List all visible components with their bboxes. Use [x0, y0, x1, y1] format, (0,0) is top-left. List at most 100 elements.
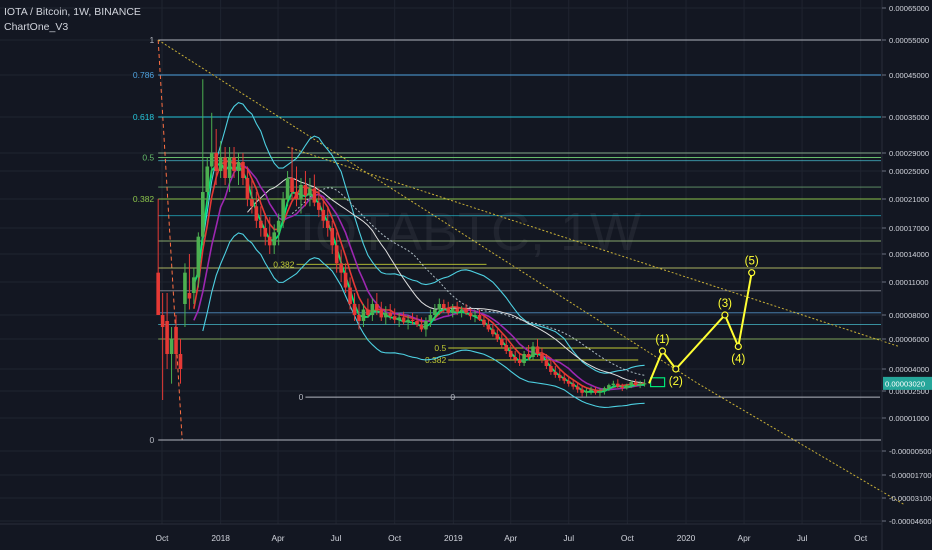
time-tick-label: Oct [155, 533, 169, 543]
candle-body [624, 385, 629, 389]
candle-body [165, 321, 169, 354]
candle-body [290, 178, 294, 192]
wave-point [672, 365, 680, 373]
candle-body [607, 385, 611, 389]
symbol-title[interactable]: IOTA / Bitcoin, 1W, BINANCE [4, 6, 141, 18]
wave-point [721, 311, 729, 319]
candle-body [544, 360, 549, 366]
candle-body [196, 236, 201, 278]
price-tick-label: 0.00045000 [889, 71, 929, 80]
candle-body [299, 185, 303, 199]
candle-body [593, 389, 598, 393]
time-tick-label: 2018 [211, 533, 230, 543]
candle-body [183, 272, 187, 304]
candle-body [232, 157, 236, 171]
price-tick-label: -0.00001700 [889, 471, 932, 480]
candle-body [250, 199, 254, 207]
candle-body [330, 228, 335, 246]
time-tick-label: Apr [504, 533, 517, 543]
candle-body [495, 334, 500, 339]
candle-body [629, 382, 633, 386]
candle-body [473, 315, 477, 317]
time-tick-label: Jul [797, 533, 808, 543]
fib-level-label: 0.5 [142, 153, 154, 163]
time-tick-label: Oct [388, 533, 402, 543]
candle-body [392, 316, 397, 320]
candle-body [214, 153, 218, 171]
price-tick-label: 0.00011000 [889, 278, 929, 287]
candle-body [540, 354, 544, 360]
candle-body [205, 166, 210, 192]
fib-level-label: 0 [149, 435, 154, 445]
current-price-marker: 0.00003020 [883, 376, 932, 390]
candle-body [227, 157, 232, 178]
price-tick-label: 0.00055000 [889, 36, 929, 45]
candle-body [339, 263, 343, 273]
candle-body [464, 309, 468, 313]
candle-body [415, 321, 419, 325]
fib-level-label: 0 [450, 392, 455, 402]
candle-body [571, 383, 575, 387]
candle-body [366, 309, 370, 315]
candle-body [410, 319, 415, 321]
candle-body [441, 304, 446, 309]
price-tick-label: 0.00017000 [889, 224, 929, 233]
candle-body [419, 324, 424, 330]
price-tick-label: 0.00025000 [889, 167, 929, 176]
wave-label: (2) [669, 376, 683, 388]
candle-body [370, 304, 375, 315]
wave-label: (5) [745, 256, 759, 268]
fib-level-label: 0.618 [133, 112, 155, 122]
candle-body [504, 345, 509, 351]
time-tick-label: 2020 [677, 533, 696, 543]
fib-level-label: 1 [149, 35, 154, 45]
candle-body [254, 206, 259, 221]
candle-body [245, 178, 250, 199]
wave-point [734, 342, 742, 351]
time-tick-label: Jul [331, 533, 342, 543]
candle-body [531, 346, 535, 357]
candle-body [236, 162, 241, 171]
candle-body [424, 321, 428, 330]
candle-body [312, 188, 317, 203]
candle-body [201, 192, 205, 237]
price-tick-label: 0.00021000 [889, 195, 929, 204]
indicator-label[interactable]: ChartOne_V3 [4, 21, 68, 33]
fib-level-label: 0.5 [434, 343, 446, 353]
fib-level-label: 0.786 [133, 70, 155, 80]
candle-body [276, 220, 281, 233]
candlestick-chart[interactable]: IOTABTC, 1W 10.7860.6180.50.38200.3820.3… [0, 0, 932, 550]
candle-body [379, 309, 384, 318]
candle-body [428, 315, 433, 321]
candle-body [468, 312, 473, 317]
candle-body [638, 383, 642, 386]
candle-body [160, 315, 165, 327]
candle-body [562, 377, 567, 381]
candle-body [477, 315, 482, 320]
candle-body [598, 391, 602, 393]
candle-body [633, 382, 638, 386]
price-tick-label: 0.00014000 [889, 250, 929, 259]
time-tick-label: Jul [563, 533, 574, 543]
candle-body [334, 245, 339, 264]
candle-body [209, 153, 214, 167]
candle-body [375, 304, 379, 310]
symbol-watermark: IOTABTC, 1W [300, 202, 641, 262]
candle-body [433, 309, 437, 315]
time-tick-label: Oct [621, 533, 635, 543]
price-tick-label: 0.00004000 [889, 365, 929, 374]
candle-body [259, 220, 263, 228]
candle-body [357, 315, 361, 321]
price-tick-label: 0.00006000 [889, 335, 929, 344]
candle-body [169, 339, 174, 354]
candle-body [383, 312, 388, 318]
candle-body [437, 304, 442, 310]
candle-body [526, 354, 531, 357]
candle-body [575, 386, 580, 390]
candle-body [192, 277, 196, 293]
candle-body [580, 389, 584, 393]
price-tick-label: -0.00003100 [889, 494, 932, 503]
wave-point [748, 269, 756, 277]
candle-body [303, 185, 308, 196]
price-tick-label: 0.00008000 [889, 311, 929, 320]
